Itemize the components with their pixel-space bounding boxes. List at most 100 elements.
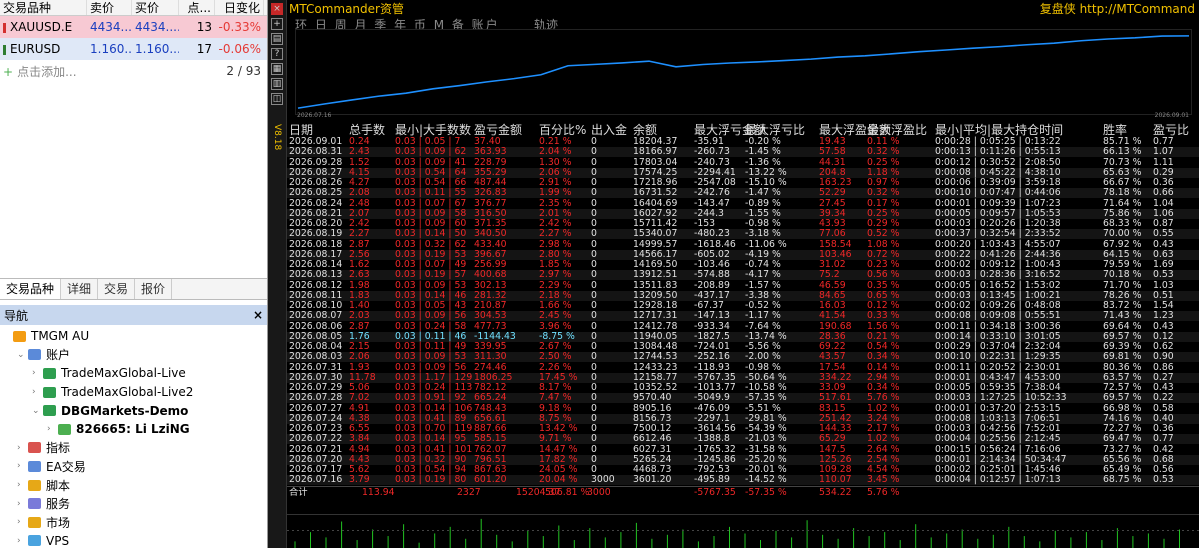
table-cell: 0.34 % (867, 351, 900, 363)
expand-icon[interactable]: › (17, 499, 28, 509)
table-cell: 363.93 (474, 146, 507, 158)
table-row[interactable]: 2026.08.13 2.63 0.03 | 0.19 | 57 400.68 2.97… (287, 269, 1199, 281)
table-cell: 0.86 (1153, 361, 1174, 373)
table-cell: 2.63 (349, 269, 370, 281)
tab-ticks[interactable]: 报价 (135, 279, 173, 299)
col-ask[interactable]: 买价 (132, 0, 179, 15)
table-cell: 65.29 (819, 433, 846, 445)
tab-details[interactable]: 详细 (61, 279, 99, 299)
nav-item[interactable]: › EA交易 (0, 457, 267, 476)
expand-icon[interactable]: › (47, 424, 58, 434)
table-cell: 18166.97 (633, 146, 678, 158)
table-cell: 2026.09.28 (289, 156, 343, 168)
table-cell: 1.02 % (867, 402, 900, 414)
table-cell: 43.57 (819, 351, 846, 363)
table-cell: 762.07 (474, 443, 507, 455)
expand-icon[interactable]: › (17, 443, 28, 453)
table-cell: -1.36 % (745, 156, 781, 168)
nav-item-label: TradeMaxGlobal-Live (61, 366, 186, 381)
table-cell: 20.04 % (539, 474, 578, 486)
table-cell: 2026.07.31 (289, 361, 343, 373)
nav-item-label: 826665: Li LziNG (76, 422, 190, 437)
table-cell: 0.58 (1153, 402, 1174, 414)
nav-item[interactable]: › 826665: Li LziNG (0, 420, 267, 439)
expand-icon[interactable]: › (17, 517, 28, 527)
col-spread[interactable]: 点... (179, 0, 215, 15)
col-symbol[interactable]: 交易品种 (0, 0, 87, 15)
market-row-xauusd[interactable]: XAUUSD.E 4434.... 4434.... 13 -0.33% (0, 16, 267, 38)
table-cell: 0.03 | 0.07 | 67 (395, 197, 467, 209)
chart-toolbar: × + ▤ ? ▦ ▥ ◫ (268, 0, 287, 548)
expand-icon[interactable]: ⌄ (17, 350, 28, 360)
grid-icon[interactable]: ▦ (271, 63, 283, 75)
table-cell: 0 (591, 187, 597, 199)
table-cell: -147.13 (694, 310, 730, 322)
table-cell: 0 (591, 238, 597, 250)
table-cell: 6612.46 (633, 433, 672, 445)
table-cell: 0.03 | 0.09 | 41 (395, 156, 467, 168)
table-cell: -574.88 (694, 269, 730, 281)
expand-icon[interactable]: › (17, 480, 28, 490)
help-icon[interactable]: ? (271, 48, 283, 60)
table-row[interactable]: 2026.07.22 3.84 0.03 | 0.14 | 95 585.15 9.71… (287, 433, 1199, 445)
nav-item[interactable]: › TradeMaxGlobal-Live2 (0, 383, 267, 402)
nav-item[interactable]: ⌄ 账户 (0, 346, 267, 365)
summary-cell: 2327 (457, 486, 481, 498)
table-row[interactable]: 2026.08.07 2.03 0.03 | 0.09 | 56 304.53 2.45… (287, 310, 1199, 322)
accounts-icon (28, 349, 41, 361)
table-cell: 14999.57 (633, 238, 678, 250)
nav-item[interactable]: › 市场 (0, 513, 267, 532)
crosshair-icon[interactable]: + (271, 18, 283, 30)
table-row[interactable]: 2026.08.25 2.08 0.03 | 0.11 | 55 326.83 1.99… (287, 187, 1199, 199)
nav-item[interactable]: › VPS (0, 532, 267, 548)
server-icon (43, 405, 56, 417)
nav-item-label: EA交易 (46, 459, 86, 474)
table-row[interactable]: 2026.08.03 2.06 0.03 | 0.09 | 53 311.30 2.50… (287, 351, 1199, 363)
daily-change: -0.33% (218, 20, 261, 34)
table-cell: 0:00:37 | 0:32:54 | 2:33:52 (935, 228, 1061, 240)
table-cell: 69.47 % (1103, 433, 1142, 445)
close-icon[interactable]: × (253, 308, 263, 322)
nav-item[interactable]: › 服务 (0, 494, 267, 513)
table-cell: 0.35 % (867, 279, 900, 291)
expand-icon[interactable]: › (32, 387, 43, 397)
add-symbol-row[interactable]: + 点击添加... 2 / 93 (0, 60, 267, 82)
table-cell: 57.58 (819, 146, 846, 158)
nav-item[interactable]: › 指标 (0, 439, 267, 458)
tab-trading[interactable]: 交易 (98, 279, 136, 299)
table-cell: 7.47 % (539, 392, 572, 404)
template-icon[interactable]: ▥ (271, 78, 283, 90)
table-cell: 0 (591, 351, 597, 363)
table-cell: -1.57 % (745, 279, 781, 291)
nav-item[interactable]: › TradeMaxGlobal-Live (0, 364, 267, 383)
expand-icon[interactable]: › (32, 368, 43, 378)
tab-symbols[interactable]: 交易品种 (0, 279, 62, 299)
expand-icon[interactable]: ⌄ (32, 406, 43, 416)
table-cell: 71.64 % (1103, 197, 1142, 209)
nav-item[interactable]: TMGM AU (0, 327, 267, 346)
nav-item-label: 市场 (46, 515, 71, 530)
col-change[interactable]: 日变化 (215, 0, 264, 15)
table-cell: 1.02 % (867, 433, 900, 445)
objects-icon[interactable]: ◫ (271, 93, 283, 105)
nav-item[interactable]: › 脚本 (0, 476, 267, 495)
table-cell: -21.03 % (745, 433, 787, 445)
table-row[interactable]: 2026.08.19 2.27 0.03 | 0.14 | 50 340.50 2.27… (287, 228, 1199, 240)
table-row[interactable]: 2026.07.28 7.02 0.03 | 0.91 | 92 665.24 7.47… (287, 392, 1199, 404)
chart-tool-icon[interactable]: ▤ (271, 33, 283, 45)
summary-cell: 113.94 (362, 486, 395, 498)
table-cell: 0.03 | 0.09 | 53 (395, 279, 467, 291)
table-row[interactable]: 2026.08.31 2.43 0.03 | 0.09 | 62 363.93 2.04… (287, 146, 1199, 158)
panel-url-label[interactable]: 复盘侠 http://MTCommand (1040, 0, 1195, 17)
expand-icon[interactable]: › (17, 461, 28, 471)
close-chart-icon[interactable]: × (271, 3, 283, 15)
table-cell: 1.07 (1153, 146, 1174, 158)
col-bid[interactable]: 卖价 (87, 0, 132, 15)
market-row-eurusd[interactable]: EURUSD 1.160.... 1.160.... 17 -0.06% (0, 38, 267, 60)
nav-item[interactable]: ⌄ DBGMarkets-Demo (0, 401, 267, 420)
stats-summary-row: 合计 113.94 2327 15204.37 506.81 % 3000 -5767.35… (287, 485, 1199, 498)
table-row[interactable]: 2026.07.16 3.79 0.03 | 0.19 | 80 601.20 20.0… (287, 474, 1199, 486)
expand-icon[interactable]: › (17, 536, 28, 546)
table-cell: 0 (591, 156, 597, 168)
table-cell: 69.64 % (1103, 320, 1142, 332)
